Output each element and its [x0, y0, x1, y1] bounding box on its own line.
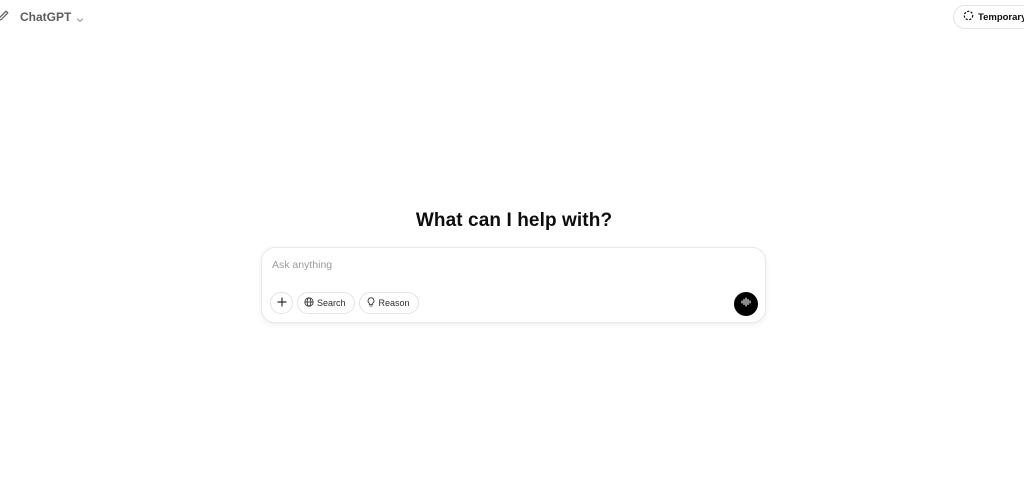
- temporary-label: Temporary: [978, 11, 1024, 23]
- search-button[interactable]: Search: [297, 292, 355, 314]
- attach-button[interactable]: [270, 292, 293, 314]
- dashed-circle-icon: [963, 8, 974, 26]
- temporary-chat-button[interactable]: Temporary: [953, 5, 1024, 29]
- lightbulb-icon: [366, 294, 376, 312]
- reason-button[interactable]: Reason: [358, 292, 419, 314]
- plus-icon: [276, 294, 287, 312]
- globe-icon: [304, 294, 314, 312]
- prompt-input[interactable]: [272, 256, 712, 274]
- composer: Search Reason: [261, 247, 766, 323]
- voice-mode-button[interactable]: [734, 292, 758, 316]
- composer-toolbar: Search Reason: [270, 292, 419, 314]
- new-chat-icon[interactable]: [0, 9, 10, 23]
- search-label: Search: [317, 298, 346, 308]
- reason-label: Reason: [378, 298, 410, 308]
- page-title: What can I help with?: [415, 210, 613, 231]
- chevron-down-icon: [75, 12, 85, 23]
- model-switcher[interactable]: ChatGPT: [16, 6, 89, 28]
- model-label: ChatGPT: [20, 10, 72, 24]
- top-bar: ChatGPT Temporary: [0, 0, 1024, 34]
- voice-waveform-icon: [740, 295, 752, 313]
